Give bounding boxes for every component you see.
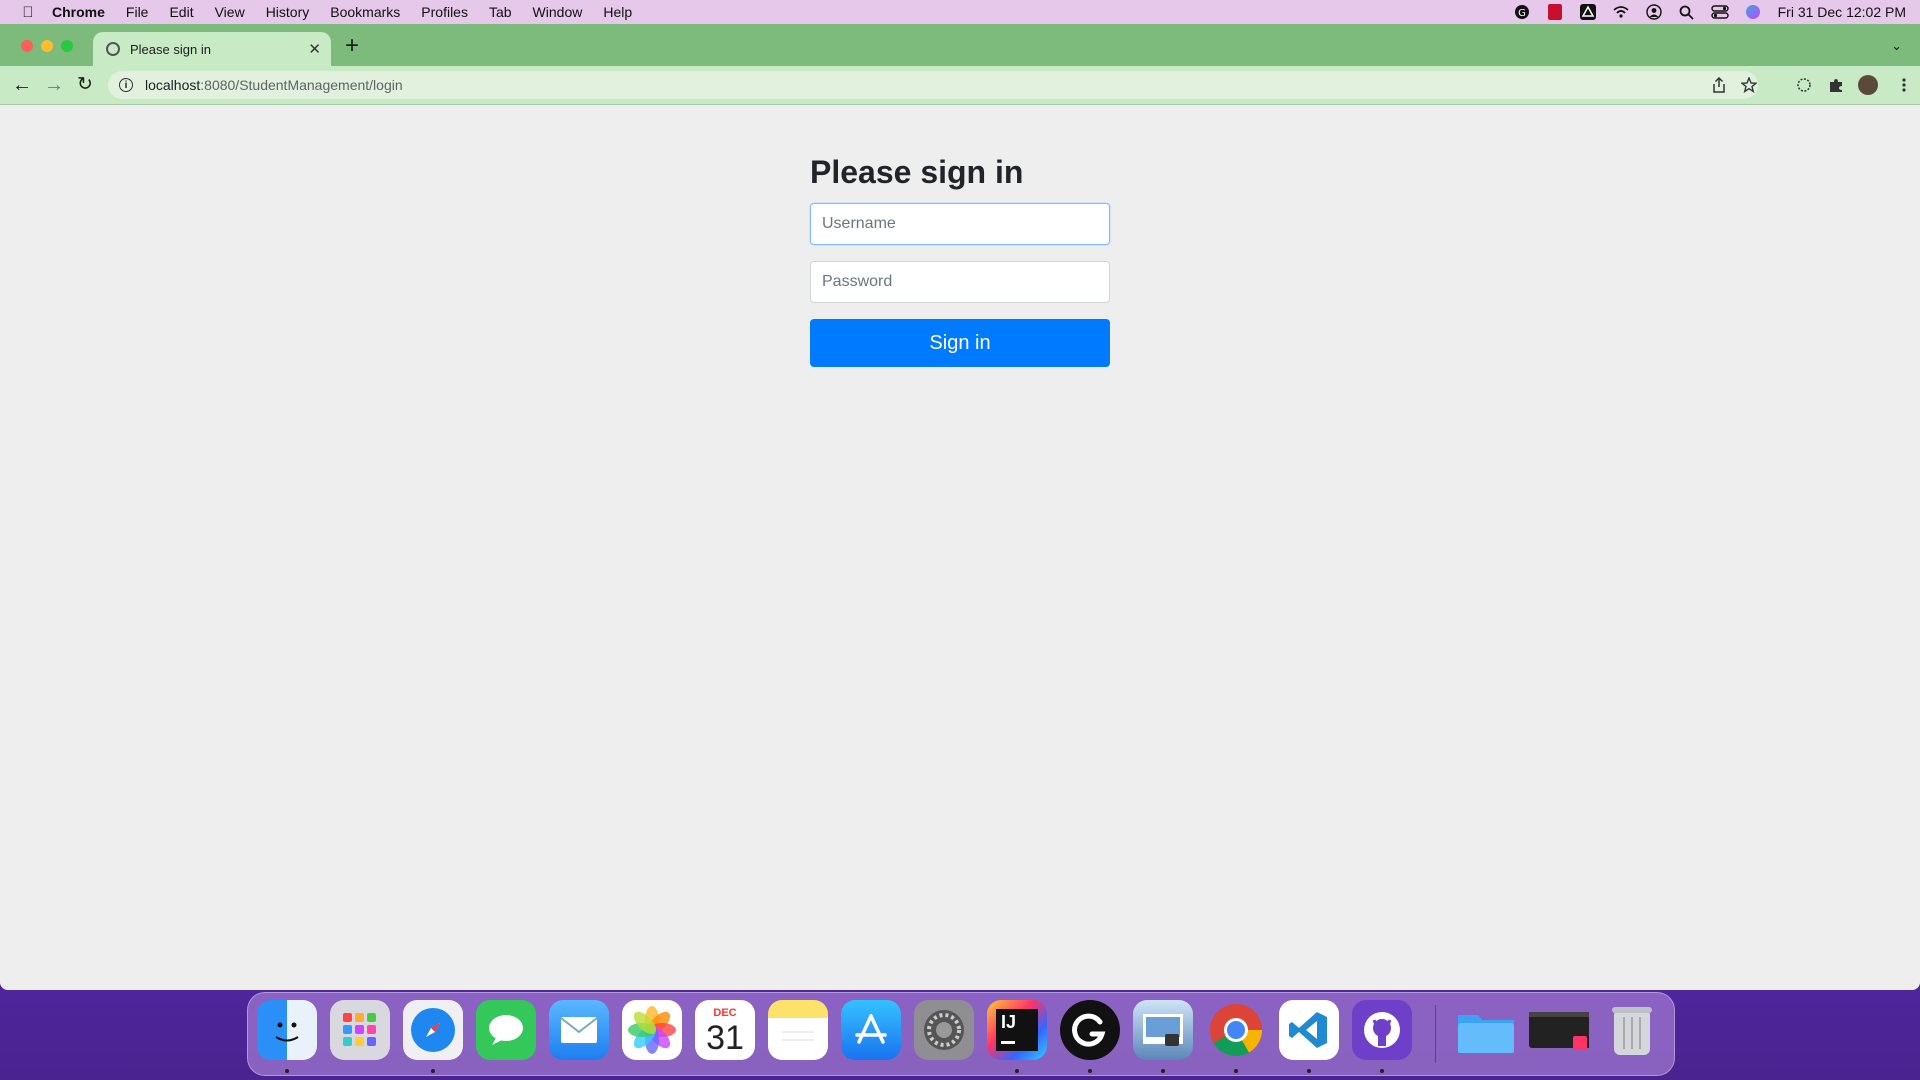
url-path: :8080/StudentManagement/login (200, 77, 403, 93)
tab-search-chevron-icon[interactable]: ⌄ (1891, 38, 1902, 54)
intellij-icon[interactable]: IJ (987, 1000, 1047, 1060)
menu-edit[interactable]: Edit (169, 4, 193, 20)
safari-icon[interactable] (403, 1000, 463, 1060)
menu-chrome[interactable]: Chrome (52, 4, 105, 20)
system-preferences-icon[interactable] (914, 1000, 974, 1060)
menu-window[interactable]: Window (533, 4, 583, 20)
username-input[interactable] (810, 203, 1110, 245)
intellij-label: IJ (1001, 1012, 1017, 1032)
calendar-icon[interactable]: DEC 31 (695, 1000, 755, 1060)
reload-icon[interactable]: ↻ (77, 73, 93, 97)
preview-icon[interactable] (1133, 1000, 1193, 1060)
launchpad-icon[interactable] (330, 1000, 390, 1060)
chrome-icon[interactable] (1206, 1000, 1266, 1060)
preview-running-indicator (1161, 1069, 1165, 1073)
vscode-running-indicator (1307, 1069, 1311, 1073)
zoom-window-button[interactable] (61, 40, 73, 52)
mail-icon[interactable] (549, 1000, 609, 1060)
page-content: Please sign in Sign in (0, 105, 1920, 990)
profile-avatar[interactable] (1858, 75, 1878, 95)
user-icon[interactable] (1645, 4, 1663, 20)
control-center-icon[interactable] (1710, 4, 1729, 20)
search-icon[interactable] (1678, 4, 1696, 20)
close-window-button[interactable] (21, 40, 33, 52)
svg-text:G: G (1518, 8, 1526, 19)
share-icon[interactable] (1712, 76, 1726, 98)
browser-window: Please sign in ✕ + ⌄ ← → ↻ i localhost:8… (0, 24, 1920, 990)
password-input[interactable] (810, 261, 1110, 303)
photos-icon[interactable] (622, 1000, 682, 1060)
finder-running-indicator (285, 1069, 289, 1073)
github-running-indicator (1380, 1069, 1384, 1073)
grammarly-icon[interactable]: G (1513, 4, 1531, 20)
login-form: Please sign in Sign in (810, 153, 1110, 367)
grammarly-running-indicator (1088, 1069, 1092, 1073)
extension-icon[interactable] (1796, 77, 1812, 98)
forward-arrow-icon[interactable]: → (44, 73, 64, 97)
menu-bar:  Chrome File Edit View History Bookmark… (0, 0, 1920, 24)
terminal-icon[interactable] (1529, 1000, 1589, 1060)
site-info-icon[interactable]: i (119, 78, 133, 92)
trash-icon[interactable] (1602, 1000, 1662, 1060)
dock-separator (1435, 1005, 1436, 1063)
finder-icon[interactable] (257, 1000, 317, 1060)
close-tab-icon[interactable]: ✕ (308, 40, 321, 58)
url-host: localhost (145, 77, 201, 93)
menu-tab[interactable]: Tab (489, 4, 512, 20)
globe-icon (106, 42, 120, 56)
bookmark-star-icon[interactable] (1740, 76, 1758, 98)
calendar-day: 31 (706, 1019, 744, 1057)
intellij-running-indicator (1015, 1069, 1019, 1073)
drive-icon[interactable] (1579, 4, 1597, 20)
more-menu-icon[interactable] (1902, 77, 1906, 98)
chrome-running-indicator (1234, 1069, 1238, 1073)
siri-icon[interactable] (1744, 4, 1762, 20)
tab-title: Please sign in (130, 41, 211, 57)
minimize-window-button[interactable] (41, 40, 53, 52)
sign-in-button[interactable]: Sign in (810, 319, 1110, 367)
messages-icon[interactable] (476, 1000, 536, 1060)
grammarly-dock-icon[interactable] (1060, 1000, 1120, 1060)
address-bar[interactable]: i localhost:8080/StudentManagement/login (108, 71, 1758, 99)
tab-active[interactable]: Please sign in ✕ (93, 32, 331, 66)
vscode-icon[interactable] (1279, 1000, 1339, 1060)
folder-icon[interactable] (1456, 1000, 1516, 1060)
menu-profiles[interactable]: Profiles (421, 4, 468, 20)
calendar-month: DEC (713, 1007, 737, 1019)
page-title: Please sign in (810, 154, 1024, 190)
dock: DEC 31 IJ (247, 992, 1675, 1076)
wifi-icon[interactable] (1612, 4, 1630, 20)
apple-icon[interactable]:  (18, 4, 38, 21)
github-desktop-icon[interactable] (1352, 1000, 1412, 1060)
browser-toolbar: ← → ↻ i localhost:8080/StudentManagement… (0, 66, 1920, 105)
new-tab-icon[interactable]: + (345, 34, 359, 58)
back-arrow-icon[interactable]: ← (12, 73, 32, 97)
menu-history[interactable]: History (266, 4, 310, 20)
menu-help[interactable]: Help (603, 4, 632, 20)
adobe-icon[interactable] (1546, 4, 1564, 20)
safari-running-indicator (431, 1069, 435, 1073)
notes-icon[interactable] (768, 1000, 828, 1060)
extensions-puzzle-icon[interactable] (1828, 77, 1844, 98)
tab-strip: Please sign in ✕ + ⌄ (0, 24, 1920, 66)
menu-bookmarks[interactable]: Bookmarks (330, 4, 400, 20)
menu-file[interactable]: File (126, 4, 149, 20)
menu-clock[interactable]: Fri 31 Dec 12:02 PM (1778, 4, 1906, 20)
app-store-icon[interactable] (841, 1000, 901, 1060)
menu-view[interactable]: View (215, 4, 245, 20)
